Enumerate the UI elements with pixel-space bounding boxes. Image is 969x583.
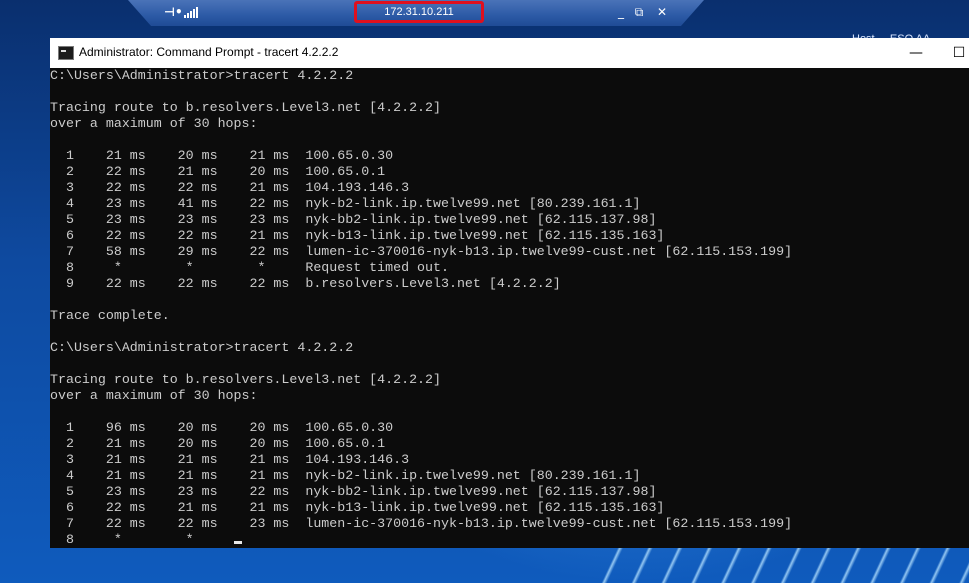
signal-strength-icon[interactable] — [184, 7, 198, 18]
console-line-current: 8 * * — [50, 532, 969, 548]
text-cursor — [233, 541, 242, 544]
console-output[interactable]: C:\Users\Administrator>tracert 4.2.2.2 T… — [50, 68, 969, 548]
console-line: 3 21 ms 21 ms 21 ms 104.193.146.3 — [50, 452, 410, 467]
command-prompt-icon[interactable] — [58, 46, 74, 60]
minimize-icon[interactable]: _ — [614, 5, 628, 19]
console-line: 1 21 ms 20 ms 21 ms 100.65.0.30 — [50, 148, 394, 163]
console-line: 9 22 ms 22 ms 22 ms b.resolvers.Level3.n… — [50, 276, 561, 291]
console-line: 7 58 ms 29 ms 22 ms lumen-ic-370016-nyk-… — [50, 244, 793, 259]
window-title: Administrator: Command Prompt - tracert … — [79, 45, 339, 59]
command-prompt-window: Administrator: Command Prompt - tracert … — [50, 38, 969, 548]
console-line: 4 21 ms 21 ms 21 ms nyk-b2-link.ip.twelv… — [50, 468, 641, 483]
rdp-connection-bar: ⊣• 172.31.10.211 _ ⧉ ✕ — [128, 0, 704, 26]
console-line: 6 22 ms 21 ms 21 ms nyk-b13-link.ip.twel… — [50, 500, 665, 515]
rdp-host-ip: 172.31.10.211 — [354, 1, 484, 23]
console-line: 2 22 ms 21 ms 20 ms 100.65.0.1 — [50, 164, 386, 179]
console-line: 8 * * * Request timed out. — [50, 260, 449, 275]
console-line: over a maximum of 30 hops: — [50, 388, 258, 403]
console-line: 6 22 ms 22 ms 21 ms nyk-b13-link.ip.twel… — [50, 228, 665, 243]
maximize-button[interactable]: ☐ — [936, 38, 969, 68]
console-line: C:\Users\Administrator>tracert 4.2.2.2 — [50, 68, 354, 83]
console-line: 2 21 ms 20 ms 20 ms 100.65.0.1 — [50, 436, 386, 451]
console-line: Tracing route to b.resolvers.Level3.net … — [50, 100, 441, 115]
console-line: 4 23 ms 41 ms 22 ms nyk-b2-link.ip.twelv… — [50, 196, 641, 211]
console-line: C:\Users\Administrator>tracert 4.2.2.2 — [50, 340, 354, 355]
console-line: 3 22 ms 22 ms 21 ms 104.193.146.3 — [50, 180, 410, 195]
console-line: Trace complete. — [50, 308, 170, 323]
pin-icon[interactable]: ⊣• — [164, 5, 183, 19]
window-titlebar[interactable]: Administrator: Command Prompt - tracert … — [50, 38, 969, 68]
console-line: 5 23 ms 23 ms 23 ms nyk-bb2-link.ip.twel… — [50, 212, 657, 227]
console-line: Tracing route to b.resolvers.Level3.net … — [50, 372, 441, 387]
restore-icon[interactable]: ⧉ — [632, 5, 646, 20]
console-line: over a maximum of 30 hops: — [50, 116, 258, 131]
console-line: 5 23 ms 23 ms 22 ms nyk-bb2-link.ip.twel… — [50, 484, 657, 499]
close-icon[interactable]: ✕ — [655, 5, 669, 19]
minimize-button[interactable]: — — [893, 38, 939, 68]
console-line: 7 22 ms 22 ms 23 ms lumen-ic-370016-nyk-… — [50, 516, 793, 531]
console-current-text: 8 * * — [50, 532, 234, 547]
console-text: C:\Users\Administrator>tracert 4.2.2.2 T… — [50, 68, 969, 548]
console-line: 1 96 ms 20 ms 20 ms 100.65.0.30 — [50, 420, 394, 435]
